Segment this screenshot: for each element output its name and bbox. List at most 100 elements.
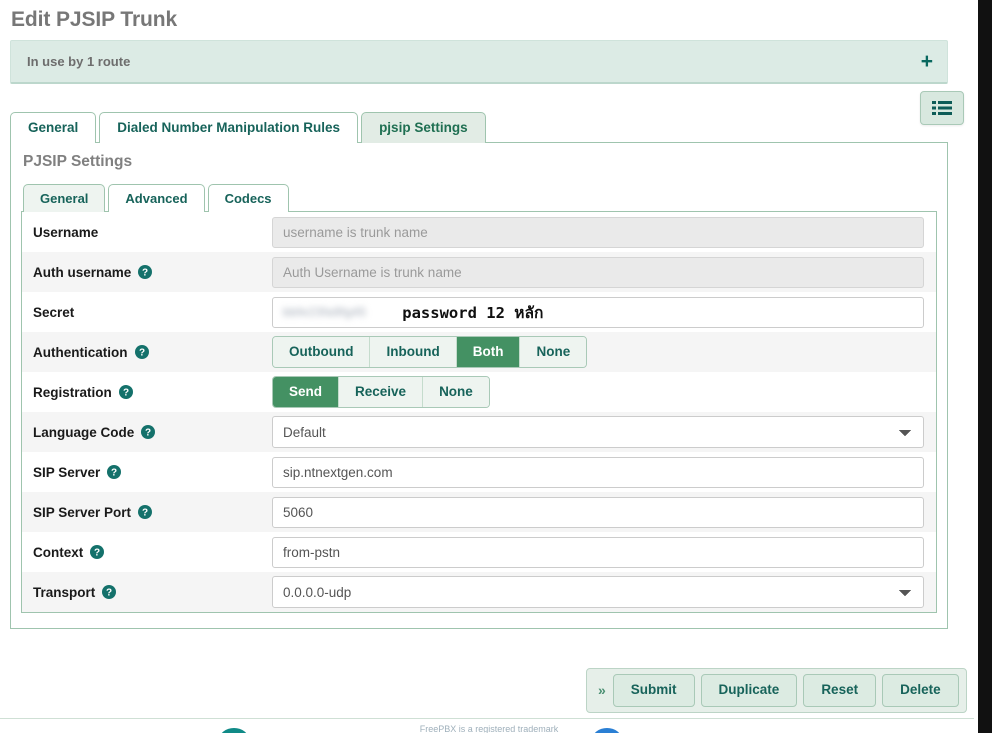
help-icon[interactable]: ?: [134, 345, 149, 359]
help-icon[interactable]: ?: [107, 465, 122, 479]
label-transport: Transport ?: [22, 585, 272, 600]
registration-button-group: Send Receive None: [272, 375, 490, 409]
page-root: Edit PJSIP Trunk In use by 1 route + Gen…: [0, 0, 978, 733]
control-context: [272, 536, 936, 568]
list-icon: [932, 101, 952, 115]
label-auth-username-text: Auth username: [33, 264, 132, 280]
settings-form: Username Auth username ?: [21, 211, 937, 613]
label-auth-username: Auth username ?: [22, 265, 272, 280]
inner-tab-codecs[interactable]: Codecs: [207, 183, 289, 212]
authentication-option-outbound[interactable]: Outbound: [273, 336, 371, 368]
svg-text:?: ?: [123, 388, 129, 399]
right-edge-strip: [978, 0, 992, 733]
secret-masked-value: bbfe23fa9fg45: [283, 305, 367, 319]
authentication-option-both[interactable]: Both: [456, 336, 521, 368]
help-icon[interactable]: ?: [102, 585, 117, 599]
form-row-secret: Secret bbfe23fa9fg45 password 12 หลัก: [22, 292, 936, 332]
username-input[interactable]: [272, 216, 924, 248]
footer-text: FreePBX is a registered trademark: [419, 724, 559, 733]
panel-heading: PJSIP Settings: [23, 153, 133, 170]
label-authentication: Authentication ?: [22, 345, 272, 360]
control-sip-server: [272, 456, 936, 488]
svg-text:?: ?: [111, 468, 117, 479]
context-input[interactable]: [272, 536, 924, 568]
label-language-code: Language Code ?: [22, 425, 272, 440]
inner-tabs: General Advanced Codecs: [23, 181, 937, 212]
form-row-authentication: Authentication ? Outbound Inbound Both N…: [22, 332, 936, 372]
form-row-language-code: Language Code ? Default: [22, 412, 936, 452]
pjsip-settings-panel: PJSIP Settings General Advanced Codecs U…: [10, 142, 948, 629]
form-row-auth-username: Auth username ?: [22, 252, 936, 292]
svg-text:?: ?: [142, 508, 148, 519]
action-bar: » Submit Duplicate Reset Delete: [586, 668, 967, 713]
label-language-code-text: Language Code: [33, 424, 135, 440]
registration-option-none[interactable]: None: [423, 376, 489, 408]
label-username-text: Username: [33, 224, 99, 240]
control-secret: bbfe23fa9fg45 password 12 หลัก: [272, 296, 936, 328]
help-icon[interactable]: ?: [118, 385, 133, 399]
outer-tabs: General Dialed Number Manipulation Rules…: [10, 110, 978, 143]
help-icon[interactable]: ?: [138, 265, 153, 279]
tab-pjsip-settings[interactable]: pjsip Settings: [361, 112, 486, 143]
list-view-button[interactable]: [920, 91, 964, 125]
form-row-sip-server-port: SIP Server Port ?: [22, 492, 936, 532]
plus-icon[interactable]: +: [921, 51, 933, 72]
label-sip-server-text: SIP Server: [33, 464, 101, 480]
label-registration-text: Registration: [33, 384, 112, 400]
label-context: Context ?: [22, 545, 272, 560]
transport-select[interactable]: 0.0.0.0-udp: [272, 576, 924, 608]
in-use-banner-text: In use by 1 route: [27, 54, 131, 69]
form-row-username: Username: [22, 212, 936, 252]
label-sip-server-port: SIP Server Port ?: [22, 505, 272, 520]
control-sip-server-port: [272, 496, 936, 528]
language-code-select[interactable]: Default: [272, 416, 924, 448]
control-auth-username: [272, 256, 936, 288]
delete-button[interactable]: Delete: [882, 674, 959, 707]
label-authentication-text: Authentication: [33, 344, 128, 360]
svg-text:?: ?: [94, 548, 100, 559]
expand-chevron-icon[interactable]: »: [594, 682, 613, 698]
form-row-sip-server: SIP Server ?: [22, 452, 936, 492]
inner-tab-advanced[interactable]: Advanced: [108, 183, 205, 212]
auth-username-input[interactable]: [272, 256, 924, 288]
label-registration: Registration ?: [22, 385, 272, 400]
control-transport: 0.0.0.0-udp: [272, 576, 936, 608]
control-authentication: Outbound Inbound Both None: [272, 335, 936, 369]
reset-button[interactable]: Reset: [803, 674, 877, 707]
sip-server-input[interactable]: [272, 456, 924, 488]
help-icon[interactable]: ?: [138, 505, 153, 519]
tab-general[interactable]: General: [10, 112, 97, 143]
label-sip-server-port-text: SIP Server Port: [33, 504, 132, 520]
control-username: [272, 216, 936, 248]
authentication-button-group: Outbound Inbound Both None: [272, 335, 588, 369]
in-use-banner: In use by 1 route +: [10, 40, 948, 84]
help-icon[interactable]: ?: [141, 425, 156, 439]
control-registration: Send Receive None: [272, 375, 936, 409]
registration-option-send[interactable]: Send: [273, 376, 340, 408]
secret-input[interactable]: bbfe23fa9fg45 password 12 หลัก: [272, 296, 924, 328]
label-secret: Secret: [22, 305, 272, 320]
form-row-transport: Transport ? 0.0.0.0-udp: [22, 572, 936, 612]
svg-text:?: ?: [138, 348, 144, 359]
form-row-registration: Registration ? Send Receive None: [22, 372, 936, 412]
label-secret-text: Secret: [33, 304, 75, 320]
secret-annotation: password 12 หลัก: [402, 303, 544, 322]
help-icon[interactable]: ?: [90, 545, 105, 559]
duplicate-button[interactable]: Duplicate: [700, 674, 798, 707]
submit-button[interactable]: Submit: [612, 674, 695, 707]
label-context-text: Context: [33, 544, 84, 560]
tab-dialed-number-manipulation-rules[interactable]: Dialed Number Manipulation Rules: [99, 112, 359, 143]
inner-tab-general[interactable]: General: [23, 183, 106, 212]
page-title: Edit PJSIP Trunk: [11, 8, 178, 31]
page-footer: FreePBX is a registered trademark: [0, 718, 978, 733]
authentication-option-inbound[interactable]: Inbound: [370, 336, 457, 368]
form-row-context: Context ?: [22, 532, 936, 572]
label-username: Username: [22, 225, 272, 240]
authentication-option-none[interactable]: None: [520, 336, 587, 368]
registration-option-receive[interactable]: Receive: [339, 376, 424, 408]
label-transport-text: Transport: [33, 584, 96, 600]
label-sip-server: SIP Server ?: [22, 465, 272, 480]
svg-text:?: ?: [106, 588, 112, 599]
svg-text:?: ?: [145, 428, 151, 439]
sip-server-port-input[interactable]: [272, 496, 924, 528]
